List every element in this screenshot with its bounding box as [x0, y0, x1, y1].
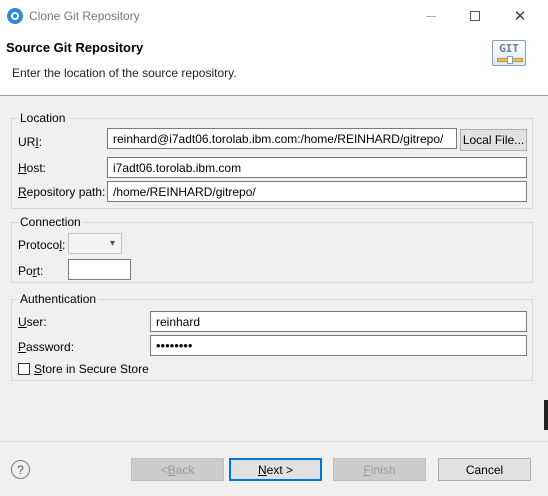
help-icon[interactable]: ? [11, 460, 30, 479]
eclipse-clone-icon [7, 8, 23, 24]
connection-group-label: Connection [18, 215, 83, 229]
back-button[interactable]: < Back [131, 458, 224, 481]
repository-path-input[interactable]: /home/REINHARD/gitrepo/ [107, 181, 527, 202]
protocol-label: Protocol: [18, 238, 66, 252]
store-secure-checkbox[interactable] [18, 363, 30, 375]
authentication-group-label: Authentication [18, 292, 99, 306]
password-label: Password: [18, 340, 75, 354]
uri-label: URI: [18, 135, 43, 149]
background-window-edge [544, 400, 548, 430]
user-input[interactable]: reinhard [150, 311, 527, 332]
next-button[interactable]: Next > [229, 458, 322, 481]
finish-button[interactable]: Finish [333, 458, 426, 481]
user-label: User: [18, 315, 47, 329]
local-file-button[interactable]: Local File... [460, 129, 527, 151]
protocol-select[interactable]: ▾ [68, 233, 122, 254]
title-bar[interactable]: Clone Git Repository ✕ [0, 0, 548, 32]
minimize-icon[interactable] [408, 0, 454, 32]
repository-path-label: Repository path: [18, 185, 106, 199]
maximize-icon[interactable] [452, 0, 498, 32]
wizard-banner: Source Git Repository Enter the location… [0, 32, 548, 96]
chevron-down-icon: ▾ [109, 238, 115, 249]
port-label: Port: [18, 264, 44, 278]
page-title: Source Git Repository [6, 40, 144, 55]
footer-separator [0, 441, 548, 442]
host-label: Host: [18, 161, 47, 175]
location-group-label: Location [18, 111, 68, 125]
port-input[interactable] [68, 259, 131, 280]
uri-input[interactable]: reinhard@i7adt06.torolab.ibm.com:/home/R… [107, 128, 457, 149]
page-description: Enter the location of the source reposit… [12, 66, 237, 80]
password-input[interactable]: •••••••• [150, 335, 527, 356]
close-icon[interactable]: ✕ [497, 0, 543, 32]
store-secure-label[interactable]: Store in Secure Store [34, 362, 149, 376]
window-title: Clone Git Repository [29, 9, 140, 23]
host-input[interactable]: i7adt06.torolab.ibm.com [107, 157, 527, 178]
cancel-button[interactable]: Cancel [438, 458, 531, 481]
git-icon-text: GIT [499, 42, 519, 55]
clone-git-dialog: Clone Git Repository ✕ Source Git Reposi… [0, 0, 548, 496]
git-icon: GIT [492, 40, 526, 66]
